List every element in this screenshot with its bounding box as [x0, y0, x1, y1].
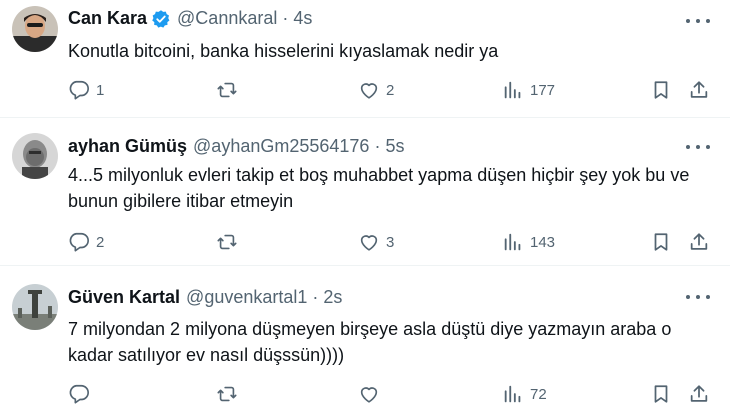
bookmark-button[interactable] [650, 228, 672, 256]
tweet-text: Konutla bitcoini, banka hisselerini kıya… [68, 41, 499, 61]
share-button[interactable] [688, 228, 710, 256]
tweet-header: ayhan Gümüş @ayhanGm25564176 · 5s [68, 136, 404, 157]
like-icon [360, 83, 378, 99]
reply-button[interactable] [68, 380, 96, 408]
action-bar: 1 2 177 [68, 76, 710, 104]
separator-dot: · [312, 287, 319, 307]
avatar[interactable] [12, 284, 58, 330]
more-icon[interactable] [686, 16, 710, 26]
handle[interactable]: @guvenkartal1 [186, 287, 307, 308]
timestamp[interactable]: 4s [293, 8, 312, 29]
display-name[interactable]: ayhan Gümüş [68, 136, 187, 157]
timestamp[interactable]: 5s [385, 136, 404, 157]
reply-feed: Can Kara @Cannkaral · 4s Konutla bitcoin… [0, 0, 730, 420]
views-icon [504, 233, 521, 251]
verified-badge-icon [151, 9, 171, 29]
reply-count: 1 [96, 81, 105, 99]
views-icon [504, 385, 521, 403]
tweet-guven-kartal[interactable]: Güven Kartal @guvenkartal1 · 2s 7 milyon… [0, 266, 730, 420]
views-button[interactable]: 143 [502, 228, 555, 256]
retweet-icon [217, 82, 237, 98]
like-button[interactable] [358, 380, 386, 408]
view-count: 143 [530, 233, 556, 251]
separator-dot: · [374, 136, 381, 156]
bookmark-button[interactable] [650, 380, 672, 408]
retweet-button[interactable] [216, 228, 244, 256]
tweet-can-kara[interactable]: Can Kara @Cannkaral · 4s Konutla bitcoin… [0, 0, 730, 118]
reply-icon [69, 80, 89, 100]
share-icon [690, 81, 708, 98]
tweet-text: 7 milyondan 2 milyona düşmeyen birşeye a… [68, 319, 672, 365]
retweet-icon [217, 234, 237, 250]
bookmark-icon [654, 385, 668, 403]
reply-count: 2 [96, 233, 105, 251]
retweet-button[interactable] [216, 76, 244, 104]
avatar[interactable] [12, 133, 58, 179]
reply-icon [69, 384, 89, 404]
action-bar: 2 3 143 [68, 228, 710, 256]
separator-dot: · [282, 8, 289, 28]
bookmark-icon [654, 233, 668, 251]
like-icon [360, 387, 378, 403]
reply-button[interactable]: 1 [68, 76, 104, 104]
views-icon [504, 81, 521, 99]
avatar[interactable] [12, 6, 58, 52]
like-button[interactable]: 2 [358, 76, 394, 104]
like-icon [360, 235, 378, 251]
tweet-header: Can Kara @Cannkaral · 4s [68, 8, 312, 29]
display-name[interactable]: Can Kara [68, 8, 147, 29]
timestamp[interactable]: 2s [323, 287, 342, 308]
views-button[interactable]: 72 [502, 380, 547, 408]
reply-button[interactable]: 2 [68, 228, 104, 256]
view-count: 72 [530, 385, 547, 403]
more-icon[interactable] [686, 142, 710, 152]
share-button[interactable] [688, 76, 710, 104]
action-bar: 72 [68, 380, 710, 408]
tweet-ayhan-gumus[interactable]: ayhan Gümüş @ayhanGm25564176 · 5s 4...5 … [0, 118, 730, 266]
views-button[interactable]: 177 [502, 76, 555, 104]
reply-icon [69, 232, 89, 252]
more-icon[interactable] [686, 292, 710, 302]
like-count: 3 [386, 233, 395, 251]
retweet-icon [217, 386, 237, 402]
tweet-text: 4...5 milyonluk evleri takip et boş muha… [68, 165, 690, 211]
share-icon [690, 385, 708, 402]
display-name[interactable]: Güven Kartal [68, 287, 180, 308]
handle[interactable]: @Cannkaral [177, 8, 277, 29]
like-button[interactable]: 3 [358, 228, 394, 256]
retweet-button[interactable] [216, 380, 244, 408]
handle[interactable]: @ayhanGm25564176 [193, 136, 369, 157]
bookmark-icon [654, 81, 668, 99]
bookmark-button[interactable] [650, 76, 672, 104]
share-icon [690, 233, 708, 250]
tweet-header: Güven Kartal @guvenkartal1 · 2s [68, 287, 342, 308]
like-count: 2 [386, 81, 395, 99]
share-button[interactable] [688, 380, 710, 408]
view-count: 177 [530, 81, 556, 99]
